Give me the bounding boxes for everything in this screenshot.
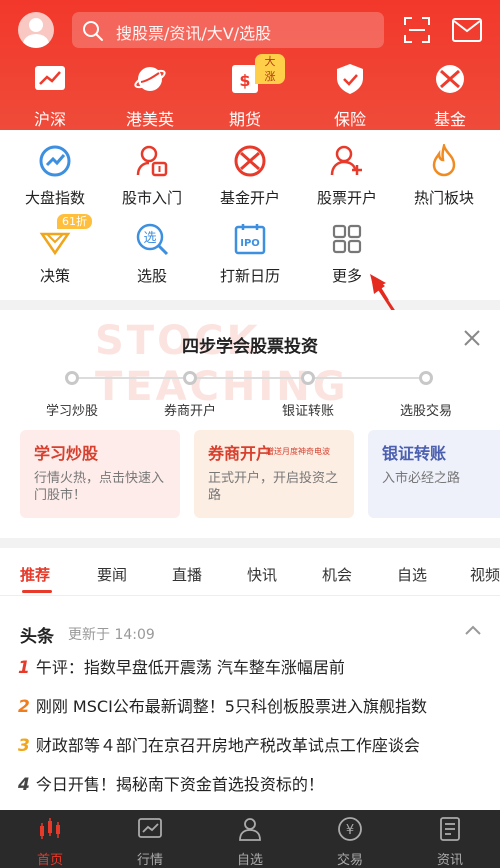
steps-line — [72, 377, 428, 379]
svg-text:$: $ — [239, 71, 250, 90]
tab-headlines[interactable]: 要闻 — [97, 564, 127, 585]
tab-watchlist[interactable]: 自选 — [397, 564, 427, 585]
tab-flash[interactable]: 快讯 — [247, 564, 277, 585]
trade-yen-icon: ¥ — [338, 817, 362, 841]
investment-guide: STOCK TEACHING 四步学会股票投资 学习炒股 券商开户 银证转账 选… — [0, 310, 500, 538]
tab-live[interactable]: 直播 — [172, 564, 202, 585]
step-label: 银证转账 — [281, 404, 334, 419]
search-placeholder: 搜股票/资讯/大V/选股 — [116, 24, 272, 43]
step-dot — [65, 371, 79, 385]
nav-news[interactable]: 资讯 — [400, 816, 500, 868]
trend-chart-icon — [35, 66, 65, 90]
news-item[interactable]: 3 财政部等４部门在京召开房地产税改革试点工作座谈会 — [18, 732, 486, 756]
news-item[interactable]: 4 今日开售！揭秘南下资金首选投资标的！ — [18, 771, 486, 795]
search-icon — [83, 21, 103, 41]
home-candle-icon — [40, 818, 60, 839]
step-label: 券商开户 — [163, 404, 216, 419]
fund-ball-icon — [436, 65, 464, 93]
tab-opportunity[interactable]: 机会 — [322, 564, 352, 585]
close-icon[interactable] — [462, 328, 482, 348]
top-header: 搜股票/资讯/大V/选股 沪深 港美英 $ 期货 大涨 保险 基金 — [0, 0, 500, 130]
news-item[interactable]: 1 午评：指数早盘低开震荡 汽车整车涨幅居前 — [18, 654, 486, 678]
step-label: 学习炒股 — [45, 404, 98, 419]
search-bar[interactable]: 搜股票/资讯/大V/选股 — [72, 12, 384, 48]
updated-time: 更新于 14:09 — [68, 627, 155, 643]
nav-watchlist[interactable]: 自选 — [200, 816, 300, 868]
news-feed: 推荐 要闻 直播 快讯 机会 自选 视频 头条 更新于 14:09 1 午评：指数… — [0, 548, 500, 810]
quick-hushen[interactable]: 沪深 — [10, 62, 90, 129]
nav-market[interactable]: 行情 — [100, 816, 200, 868]
active-tab-indicator — [22, 590, 52, 593]
quick-insurance[interactable]: 保险 — [310, 62, 390, 129]
news-tabs: 推荐 要闻 直播 快讯 机会 自选 视频 — [0, 548, 500, 596]
card-learn[interactable]: 学习炒股 行情火热，点击快速入门股市！ — [20, 430, 180, 518]
guide-steps: 学习炒股 券商开户 银证转账 选股交易 — [0, 368, 500, 419]
quick-futures[interactable]: $ 期货 大涨 — [205, 54, 285, 129]
quick-gangmeiying[interactable]: 港美英 — [110, 62, 190, 129]
step-dot — [183, 371, 197, 385]
scan-icon[interactable] — [403, 16, 431, 44]
mail-icon[interactable] — [452, 18, 482, 42]
news-item[interactable]: 2 刚刚 MSCI公布最新调整！5只科创板股票进入旗舰指数 — [18, 693, 486, 717]
news-doc-icon — [440, 817, 460, 841]
watchlist-icon — [239, 818, 261, 841]
headline-label: 头条 — [20, 627, 54, 647]
nav-trade[interactable]: ¥ 交易 — [300, 816, 400, 868]
step-dot — [301, 371, 315, 385]
bottom-nav: 首页 行情 自选 ¥ 交易 资讯 — [0, 810, 500, 868]
quick-fund[interactable]: 基金 — [410, 62, 490, 129]
tab-video[interactable]: 视频 — [470, 564, 500, 585]
planet-icon — [134, 67, 166, 91]
nav-home[interactable]: 首页 — [0, 816, 100, 868]
card-broker[interactable]: 券商开户 赠送月度神奇电波 正式开户，开启投资之路 — [194, 430, 354, 518]
svg-text:¥: ¥ — [346, 823, 354, 838]
futures-badge: 大涨 — [255, 54, 285, 84]
guide-title: 四步学会股票投资 — [182, 337, 318, 357]
step-dot — [419, 371, 433, 385]
card-transfer[interactable]: 银证转账 入市必经之路 — [368, 430, 500, 518]
step-label: 选股交易 — [399, 404, 452, 419]
tab-recommend[interactable]: 推荐 — [20, 564, 50, 585]
avatar[interactable] — [18, 12, 54, 48]
market-icon — [138, 818, 162, 838]
shield-icon — [337, 64, 363, 94]
chevron-up-icon[interactable] — [464, 624, 482, 636]
